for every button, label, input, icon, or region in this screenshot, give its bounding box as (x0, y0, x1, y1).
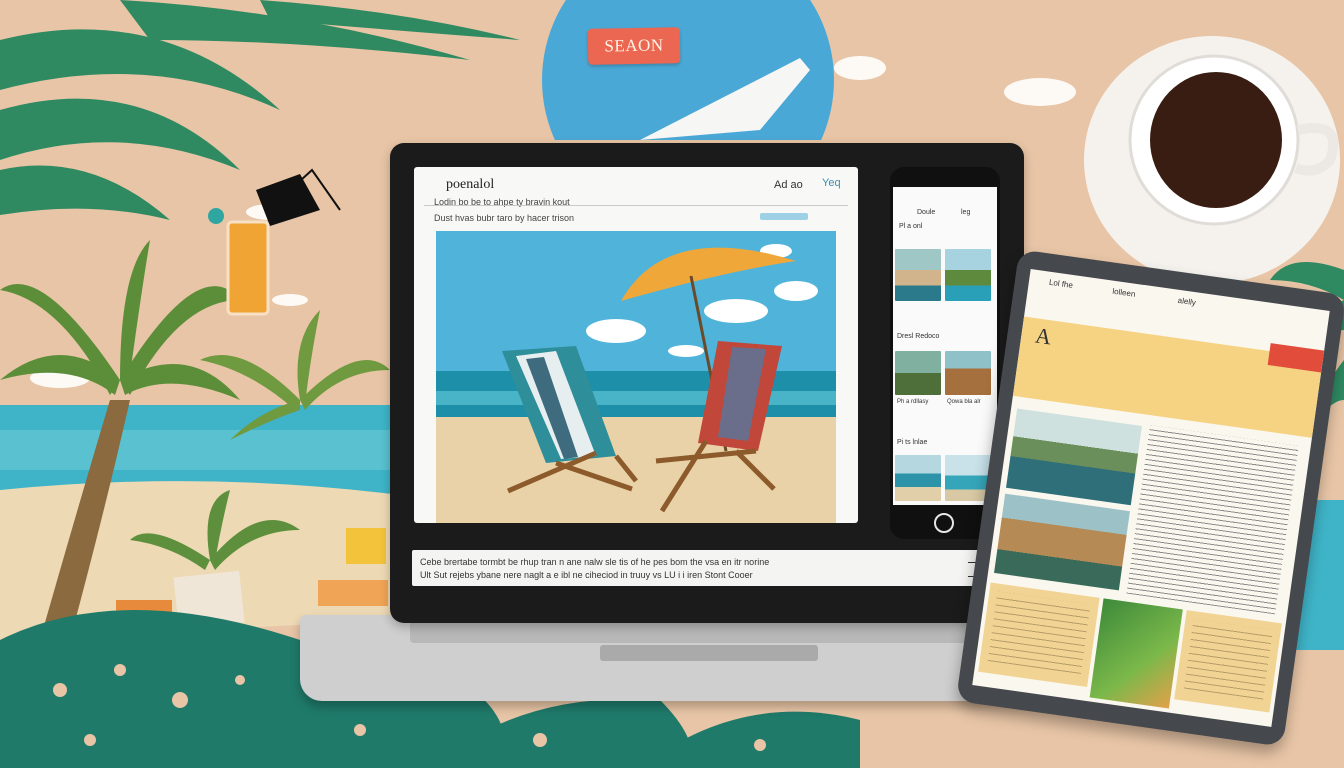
caption-line-2: Ult Sut rejebs ybane nere naglt a e ibl … (420, 570, 753, 580)
tablet-tab-3[interactable]: alelly (1177, 296, 1196, 307)
phone-section-2: Pi ts lnlae (897, 439, 928, 446)
hero-beach-image[interactable] (436, 231, 836, 523)
caption-bar: Cebe brertabe tormbt be rhup tran n ane … (412, 550, 992, 586)
phone-thumb-2[interactable] (945, 249, 991, 301)
tablet-screen: Lol fhe lolleen alelly A (972, 269, 1330, 727)
tablet-tab-1[interactable]: Lol fhe (1048, 278, 1073, 290)
phone-mockup: Doule leg Pl a onl Dresl Redoco Ph a rdl… (890, 167, 1000, 539)
phone-header-1[interactable]: Doule (917, 209, 935, 216)
laptop-trackpad[interactable] (600, 645, 818, 661)
chair-yellow (346, 528, 386, 564)
sea-left-light (0, 430, 400, 470)
coffee-cup-icon (1084, 36, 1340, 284)
phone-thumb-4[interactable] (945, 351, 991, 395)
caption-line-1: Cebe brertabe tormbt be rhup tran n ane … (420, 557, 770, 567)
phone-tag: Pl a onl (899, 223, 923, 230)
beach-illustration (436, 231, 836, 523)
tablet-photo-2[interactable] (994, 493, 1130, 591)
search-box[interactable] (760, 213, 808, 220)
tablet-mockup: Lol fhe lolleen alelly A (955, 249, 1344, 747)
phone-home-button[interactable] (934, 513, 954, 533)
lamp-icon (256, 168, 341, 226)
tablet-photo-3[interactable] (1089, 598, 1183, 709)
phone-thumb-3[interactable] (895, 351, 941, 395)
phone-thumb-5[interactable] (895, 455, 941, 501)
tablet-article-text (1126, 425, 1299, 615)
laptop-keyboard (410, 621, 1008, 643)
nav-link-2[interactable]: Yeq (822, 177, 841, 189)
tablet-tab-2[interactable]: lolleen (1112, 287, 1136, 299)
website-main-panel: poenalol Ad ao Yeq Lodin bo be to ahpe t… (414, 167, 858, 523)
phone-thumb-1[interactable] (895, 249, 941, 301)
header-divider (424, 205, 848, 206)
tablet-photo-1[interactable] (1006, 408, 1142, 506)
phone-header-2[interactable]: leg (961, 209, 970, 216)
phone-screen: Doule leg Pl a onl Dresl Redoco Ph a rdl… (893, 187, 997, 505)
site-title[interactable]: poenalol (446, 177, 494, 193)
hanging-sign: SEAON (587, 27, 681, 65)
phone-thumb-label-1: Ph a rdllasy (897, 399, 929, 405)
small-chair (318, 580, 388, 606)
nav-link-1[interactable]: Ad ao (774, 179, 803, 191)
phone-thumb-label-2: Qowa bla alr (947, 399, 981, 405)
phone-section-1: Dresl Redoco (897, 333, 940, 340)
tablet-note-1 (978, 582, 1100, 687)
tablet-note-2 (1174, 610, 1282, 713)
